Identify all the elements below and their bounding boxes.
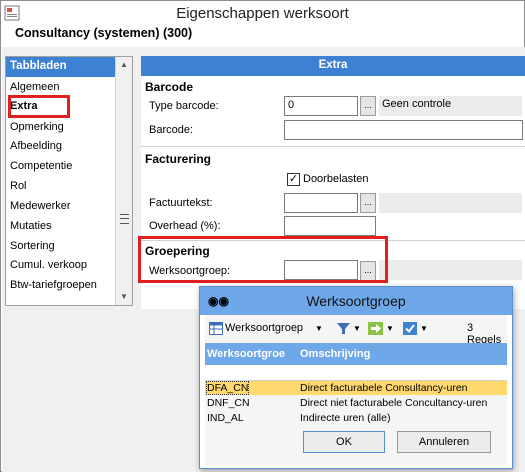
- column-werksoortgroep[interactable]: Werksoortgroe: [207, 348, 285, 360]
- sidebar-item-sortering[interactable]: Sortering: [10, 238, 55, 256]
- factuurtekst-description: [379, 193, 522, 213]
- factuurtekst-browse-button[interactable]: ...: [360, 193, 376, 213]
- grid-row[interactable]: DNF_CN Direct niet facturabele Concultan…: [205, 396, 507, 410]
- barcode-label: Barcode:: [149, 124, 194, 136]
- title-bar: Eigenschappen werksoort: [1, 1, 524, 25]
- table-icon: [209, 322, 223, 335]
- sidebar-item-afbeelding[interactable]: Afbeelding: [10, 138, 62, 156]
- sidebar-item-rol[interactable]: Rol: [10, 178, 27, 196]
- sidebar-scrollbar[interactable]: ▲ ▼: [115, 57, 132, 305]
- row-description: Indirecte uren (alle): [300, 412, 391, 424]
- grid-filter-row[interactable]: [205, 365, 507, 381]
- doorbelasten-checkbox[interactable]: ✓: [287, 173, 300, 186]
- chevron-down-icon[interactable]: ▼: [386, 324, 394, 333]
- sidebar-item-competentie[interactable]: Competentie: [10, 158, 72, 176]
- checkmark-icon[interactable]: [403, 322, 417, 335]
- sidebar-item-opmerking[interactable]: Opmerking: [10, 119, 64, 137]
- row-description: Direct niet facturabele Concultancy-uren: [300, 397, 488, 409]
- chevron-down-icon[interactable]: ▼: [353, 324, 361, 333]
- type-barcode-description: Geen controle: [379, 96, 522, 116]
- type-barcode-label: Type barcode:: [149, 100, 219, 112]
- ok-button[interactable]: OK: [303, 431, 385, 453]
- werksoortgroep-lookup-dialog: ◉◉ Werksoortgroep Werksoortgroep ▼ ▼ ▼ ▼…: [199, 286, 513, 469]
- overhead-label: Overhead (%):: [149, 220, 221, 232]
- overhead-field[interactable]: [284, 216, 376, 236]
- sidebar-item-medewerker[interactable]: Medewerker: [10, 198, 71, 216]
- dialog-title-bar: ◉◉ Werksoortgroep: [200, 287, 512, 315]
- dialog-body: Werksoortgroep ▼ ▼ ▼ ▼ 3 Regels Werksoor…: [205, 315, 507, 465]
- sidebar-item-btw-tariefgroepen[interactable]: Btw-tariefgroepen: [10, 277, 97, 295]
- grid-header: Werksoortgroe Omschrijving: [205, 343, 507, 365]
- window-title: Eigenschappen werksoort: [176, 5, 349, 22]
- factuurtekst-label: Factuurtekst:: [149, 197, 213, 209]
- tab-sidebar: Tabbladen Algemeen Extra Opmerking Afbee…: [5, 56, 133, 306]
- divider: [141, 146, 525, 147]
- panel-header: Extra: [141, 56, 525, 76]
- filter-icon[interactable]: [337, 322, 350, 335]
- properties-window: Eigenschappen werksoort Consultancy (sys…: [0, 0, 525, 472]
- section-barcode: Barcode: [145, 80, 194, 94]
- row-code: DFA_CN: [205, 381, 250, 395]
- column-omschrijving[interactable]: Omschrijving: [300, 348, 370, 360]
- record-subtitle: Consultancy (systemen) (300): [15, 26, 193, 40]
- type-barcode-browse-button[interactable]: ...: [360, 96, 376, 116]
- grid-row[interactable]: IND_AL Indirecte uren (alle): [205, 411, 507, 425]
- scroll-grip-icon[interactable]: [120, 214, 129, 224]
- sidebar-item-mutaties[interactable]: Mutaties: [10, 218, 52, 236]
- scroll-down-icon[interactable]: ▼: [116, 289, 132, 305]
- werksoortgroep-dropdown[interactable]: Werksoortgroep: [225, 322, 303, 334]
- highlight-groepering-box: [138, 236, 388, 283]
- werksoortgroep-description: [379, 260, 522, 280]
- row-description: Direct facturabele Consultancy-uren: [300, 382, 468, 394]
- dialog-toolbar: Werksoortgroep ▼ ▼ ▼ ▼ 3 Regels: [205, 317, 507, 346]
- highlight-extra-box: [8, 95, 70, 118]
- row-code: DNF_CN: [207, 397, 250, 409]
- sidebar-header: Tabbladen: [6, 57, 115, 77]
- section-facturering: Facturering: [145, 152, 212, 166]
- row-code: IND_AL: [207, 412, 244, 424]
- doorbelasten-label: Doorbelasten: [303, 173, 369, 185]
- barcode-field[interactable]: [284, 120, 523, 140]
- chevron-down-icon[interactable]: ▼: [420, 324, 428, 333]
- dialog-title: Werksoortgroep: [306, 293, 406, 309]
- type-barcode-field[interactable]: 0: [284, 96, 358, 116]
- sidebar-item-cumul-verkoop[interactable]: Cumul. verkoop: [10, 257, 87, 275]
- grid-row-selected[interactable]: DFA_CN Direct facturabele Consultancy-ur…: [205, 381, 507, 395]
- arrow-right-icon[interactable]: [368, 322, 383, 335]
- chevron-down-icon[interactable]: ▼: [315, 324, 323, 333]
- factuurtekst-field[interactable]: [284, 193, 358, 213]
- scroll-up-icon[interactable]: ▲: [116, 57, 132, 73]
- cancel-button[interactable]: Annuleren: [397, 431, 491, 453]
